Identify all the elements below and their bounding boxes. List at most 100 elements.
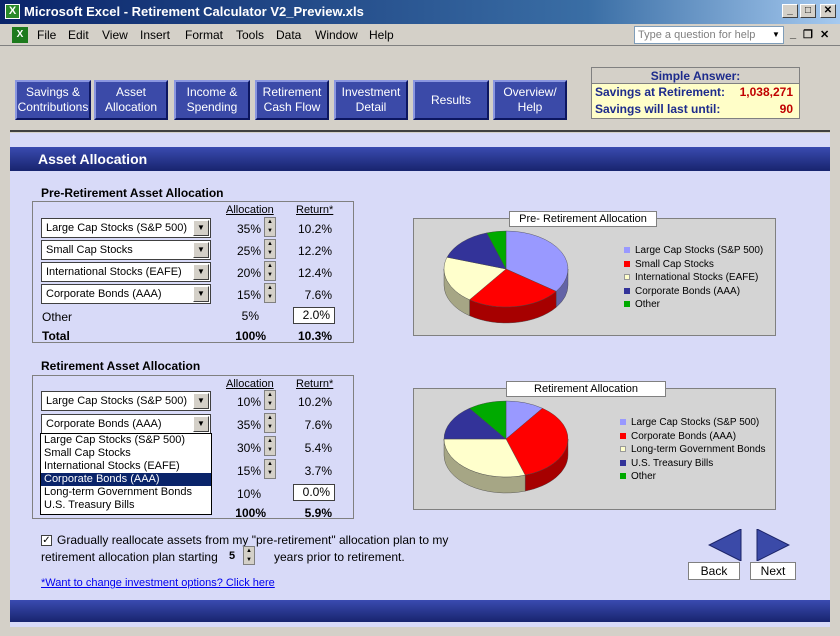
legend-label: International Stocks (EAFE): [635, 272, 759, 283]
ret-other-return-input[interactable]: 0.0%: [293, 484, 335, 501]
pre-allocation-chart: Pre- Retirement Allocation Large Cap Sto…: [413, 211, 776, 336]
pre-alloc-2: 25%: [236, 244, 261, 258]
ret-alloc-1: 10%: [236, 395, 261, 409]
legend-entry: Corporate Bonds (AAA): [620, 430, 766, 444]
legend-swatch: [620, 473, 626, 479]
menu-help[interactable]: Help: [369, 28, 394, 42]
legend-swatch: [624, 274, 630, 280]
chevron-down-icon[interactable]: ▼: [193, 393, 209, 409]
back-button[interactable]: Back: [688, 562, 740, 580]
ret-alloc-3-stepper[interactable]: ▲ ▼: [264, 436, 276, 456]
dropdown-option[interactable]: Long-term Government Bonds: [41, 486, 211, 499]
pre-asset-2: Small Cap Stocks: [46, 244, 133, 256]
pre-asset-4: Corporate Bonds (AAA): [46, 288, 162, 300]
legend-swatch: [620, 432, 626, 439]
pre-alloc-1-stepper[interactable]: ▲ ▼: [264, 217, 276, 237]
chevron-down-icon[interactable]: ▼: [193, 286, 209, 302]
menu-view[interactable]: View: [102, 28, 128, 42]
chevron-down-icon[interactable]: ▼: [769, 27, 783, 43]
dropdown-option[interactable]: U.S. Treasury Bills: [41, 499, 211, 512]
doc-close-button[interactable]: ✕: [820, 28, 829, 41]
main-content: Asset Allocation Pre-Retirement Asset Al…: [10, 133, 830, 627]
nav-results[interactable]: Results: [413, 80, 489, 120]
workbook-icon[interactable]: X: [12, 27, 28, 43]
ret-return-3: 5.4%: [304, 441, 332, 455]
dropdown-option[interactable]: International Stocks (EAFE): [41, 460, 211, 473]
page-title: Asset Allocation: [10, 147, 830, 171]
pre-return-3: 12.4%: [297, 266, 332, 280]
ret-asset-select-2[interactable]: Corporate Bonds (AAA) ▼: [41, 414, 211, 434]
gradual-realloc-checkbox[interactable]: ✓: [41, 535, 52, 546]
chevron-down-icon[interactable]: ▼: [193, 220, 209, 236]
dropdown-option-selected[interactable]: Corporate Bonds (AAA): [41, 473, 211, 486]
menu-window[interactable]: Window: [315, 28, 358, 42]
pre-asset-select-1[interactable]: Large Cap Stocks (S&P 500) ▼: [41, 218, 211, 238]
ret-return-2: 7.6%: [304, 418, 332, 432]
menu-edit[interactable]: Edit: [68, 28, 89, 42]
back-arrow-icon[interactable]: [708, 529, 742, 561]
menu-bar: X File Edit View Insert Format Tools Dat…: [0, 24, 840, 46]
nav-overview-help[interactable]: Overview/ Help: [493, 80, 567, 120]
next-button[interactable]: Next: [750, 562, 796, 580]
change-options-link[interactable]: *Want to change investment options? Clic…: [41, 577, 275, 589]
ret-section-title: Retirement Asset Allocation: [41, 359, 201, 373]
pre-alloc-2-stepper[interactable]: ▲ ▼: [264, 239, 276, 259]
menu-tools[interactable]: Tools: [236, 28, 264, 42]
pre-asset-select-2[interactable]: Small Cap Stocks ▼: [41, 240, 211, 260]
legend-label: Corporate Bonds (AAA): [631, 430, 737, 442]
last-until-label: Savings will last until:: [595, 102, 721, 116]
dropdown-option[interactable]: Small Cap Stocks: [41, 447, 211, 460]
ret-asset-select-1[interactable]: Large Cap Stocks (S&P 500) ▼: [41, 391, 211, 411]
pre-asset-select-4[interactable]: Corporate Bonds (AAA) ▼: [41, 284, 211, 304]
close-button[interactable]: ✕: [820, 4, 836, 18]
pre-col-allocation: Allocation: [226, 204, 274, 216]
menu-data[interactable]: Data: [276, 28, 301, 42]
realloc-years-stepper[interactable]: ▲ ▼: [243, 546, 255, 565]
retirement-allocation-pie: [443, 400, 569, 494]
legend-entry: U.S. Treasury Bills: [620, 457, 766, 471]
pre-alloc-3-stepper[interactable]: ▲ ▼: [264, 261, 276, 281]
legend-swatch: [620, 459, 626, 466]
chevron-down-icon[interactable]: ▼: [193, 416, 209, 432]
ret-alloc-4-stepper[interactable]: ▲ ▼: [264, 459, 276, 479]
pre-alloc-1: 35%: [236, 222, 261, 236]
chevron-down-icon[interactable]: ▼: [193, 242, 209, 258]
nav-savings-contributions[interactable]: Savings & Contributions: [15, 80, 91, 120]
dropdown-option[interactable]: Large Cap Stocks (S&P 500): [41, 434, 211, 447]
ret-alloc-1-stepper[interactable]: ▲ ▼: [264, 390, 276, 410]
nav-income-spending[interactable]: Income & Spending: [174, 80, 250, 120]
pre-return-2: 12.2%: [297, 244, 332, 258]
nav-investment-detail[interactable]: Investment Detail: [334, 80, 408, 120]
ret-alloc-2-stepper[interactable]: ▲ ▼: [264, 413, 276, 433]
ret-alloc-4: 15%: [236, 464, 261, 478]
pre-alloc-4-stepper[interactable]: ▲ ▼: [264, 283, 276, 303]
menu-format[interactable]: Format: [185, 28, 223, 42]
pre-asset-1: Large Cap Stocks (S&P 500): [46, 222, 188, 234]
legend-entry: Other: [620, 470, 766, 484]
maximize-button[interactable]: □: [800, 4, 816, 18]
doc-restore-button[interactable]: ❐: [803, 28, 813, 41]
ret-chart-legend: Large Cap Stocks (S&P 500) Corporate Bon…: [620, 416, 766, 484]
retirement-allocation-chart: Retirement Allocation Large Cap Stocks (…: [413, 381, 776, 510]
nav-asset-allocation[interactable]: Asset Allocation: [94, 80, 168, 120]
legend-swatch: [624, 301, 630, 307]
next-arrow-icon[interactable]: [756, 529, 790, 561]
pre-asset-select-3[interactable]: International Stocks (EAFE) ▼: [41, 262, 211, 282]
chevron-down-icon[interactable]: ▼: [193, 264, 209, 280]
pre-other-return-input[interactable]: 2.0%: [293, 307, 335, 324]
ret-total-alloc: 100%: [235, 506, 266, 520]
ret-asset-2: Corporate Bonds (AAA): [46, 418, 162, 430]
menu-file[interactable]: File: [37, 28, 56, 42]
simple-answer-title: Simple Answer:: [592, 68, 799, 84]
pre-total-label: Total: [42, 329, 70, 343]
ret-return-4: 3.7%: [304, 464, 332, 478]
ret-total-return: 5.9%: [304, 506, 332, 520]
doc-minimize-button[interactable]: _: [790, 28, 796, 40]
nav-retirement-cash-flow[interactable]: Retirement Cash Flow: [255, 80, 329, 120]
minimize-button[interactable]: _: [782, 4, 798, 18]
pre-chart-legend: Large Cap Stocks (S&P 500) Small Cap Sto…: [624, 244, 763, 312]
legend-entry: Other: [624, 298, 763, 312]
ask-question-input[interactable]: Type a question for help ▼: [634, 26, 784, 44]
pre-alloc-3: 20%: [236, 266, 261, 280]
menu-insert[interactable]: Insert: [140, 28, 170, 42]
